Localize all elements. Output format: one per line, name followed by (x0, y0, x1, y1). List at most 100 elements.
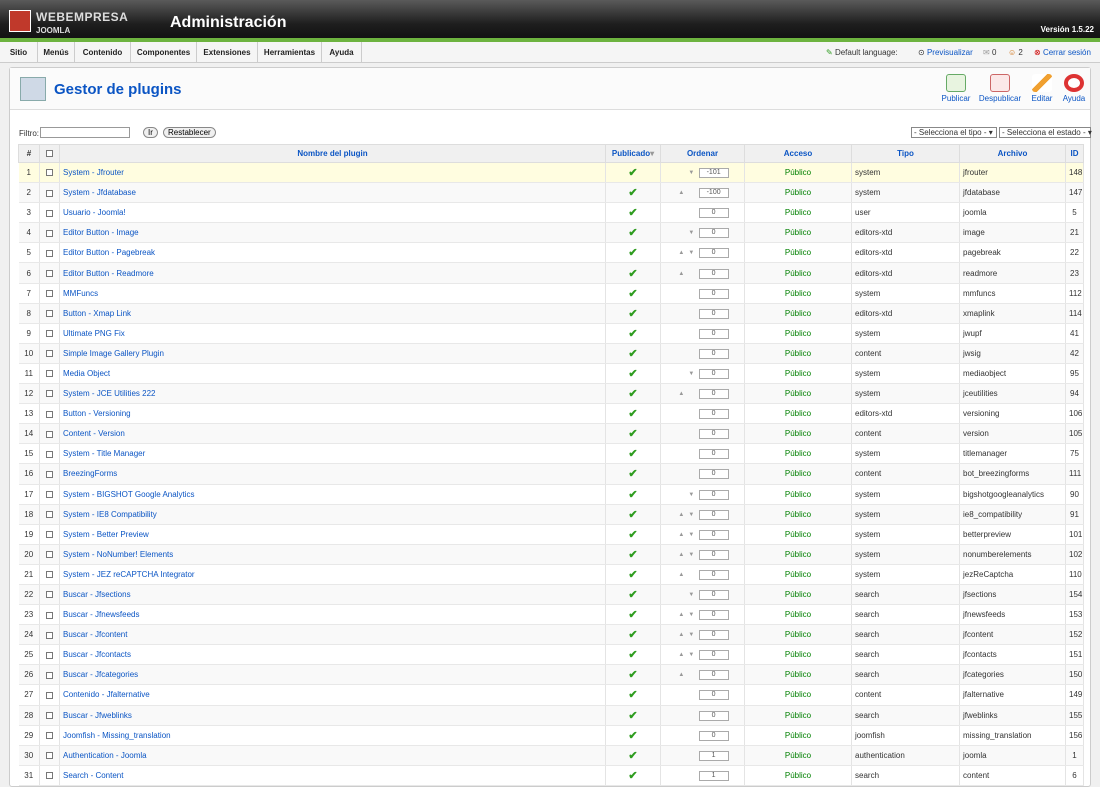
plugin-name-link[interactable]: System - Jfdatabase (59, 182, 606, 204)
order-input[interactable]: 0 (698, 409, 729, 420)
access-link[interactable]: Público (744, 544, 852, 565)
move-down-icon[interactable]: ▼ (686, 371, 696, 377)
plugin-name-link[interactable]: System - BIGSHOT Google Analytics (59, 484, 606, 505)
move-down-icon[interactable]: ▼ (686, 230, 696, 236)
plugin-name-link[interactable]: Buscar - Jfsections (59, 584, 606, 606)
published-check-icon[interactable]: ✔ (628, 227, 637, 239)
access-link[interactable]: Público (744, 463, 852, 485)
col-order[interactable]: Ordenar (660, 144, 745, 163)
access-link[interactable]: Público (744, 644, 852, 666)
published-check-icon[interactable]: ✔ (628, 348, 637, 360)
plugin-name-link[interactable]: System - IE8 Compatibility (59, 504, 606, 525)
published-check-icon[interactable]: ✔ (628, 730, 637, 742)
plugin-name-link[interactable]: MMFuncs (59, 283, 606, 304)
access-link[interactable]: Público (744, 524, 852, 545)
row-checkbox[interactable] (46, 671, 53, 679)
plugin-name-link[interactable]: Buscar - Jfcategories (59, 664, 606, 686)
move-up-icon[interactable]: ▲ (676, 552, 686, 558)
order-input[interactable]: 0 (698, 248, 729, 259)
order-input[interactable]: 0 (698, 529, 729, 540)
row-checkbox[interactable] (46, 310, 53, 318)
access-link[interactable]: Público (744, 564, 852, 585)
row-checkbox[interactable] (46, 651, 53, 659)
published-check-icon[interactable]: ✔ (628, 569, 637, 581)
move-down-icon[interactable]: ▼ (686, 612, 696, 618)
access-link[interactable]: Público (744, 624, 852, 646)
row-checkbox[interactable] (46, 209, 53, 217)
row-checkbox[interactable] (46, 591, 53, 599)
plugin-name-link[interactable]: Joomfish - Missing_translation (59, 725, 606, 746)
access-link[interactable]: Público (744, 202, 852, 224)
move-up-icon[interactable]: ▲ (676, 190, 686, 196)
row-checkbox[interactable] (46, 370, 53, 378)
plugin-name-link[interactable]: Simple Image Gallery Plugin (59, 343, 606, 364)
select-all-checkbox[interactable] (46, 150, 53, 158)
order-input[interactable]: 0 (698, 469, 729, 480)
access-link[interactable]: Público (744, 705, 852, 726)
order-input[interactable]: 0 (698, 670, 729, 681)
row-checkbox[interactable] (46, 752, 53, 760)
published-check-icon[interactable]: ✔ (628, 207, 637, 219)
order-input[interactable]: 0 (698, 630, 729, 641)
order-input[interactable]: 0 (698, 569, 729, 580)
order-input[interactable]: 0 (698, 489, 729, 500)
plugin-name-link[interactable]: System - JEZ reCAPTCHA Integrator (59, 564, 606, 585)
published-check-icon[interactable]: ✔ (628, 408, 637, 420)
published-check-icon[interactable]: ✔ (628, 328, 637, 340)
move-up-icon[interactable]: ▲ (676, 632, 686, 638)
published-check-icon[interactable]: ✔ (628, 609, 637, 621)
row-checkbox[interactable] (46, 511, 53, 519)
menu-menus[interactable]: Menús (38, 42, 75, 63)
published-check-icon[interactable]: ✔ (628, 689, 637, 701)
order-input[interactable]: 0 (698, 650, 729, 661)
users-count[interactable]: ☺ 2 (1008, 42, 1028, 63)
order-input[interactable]: 0 (698, 348, 729, 359)
row-checkbox[interactable] (46, 290, 53, 297)
plugin-name-link[interactable]: BreezingForms (59, 463, 606, 485)
published-check-icon[interactable]: ✔ (628, 167, 637, 179)
move-down-icon[interactable]: ▼ (686, 250, 696, 256)
plugin-name-link[interactable]: Content - Version (59, 423, 606, 445)
plugin-name-link[interactable]: Buscar - Jfweblinks (59, 705, 606, 726)
plugin-name-link[interactable]: Search - Content (59, 765, 606, 786)
move-up-icon[interactable]: ▲ (676, 532, 686, 538)
row-checkbox[interactable] (46, 350, 53, 358)
unpublish-button[interactable]: Despublicar (974, 74, 1026, 108)
row-checkbox[interactable] (46, 691, 53, 699)
plugin-name-link[interactable]: Authentication - Joomla (59, 745, 606, 766)
access-link[interactable]: Público (744, 242, 852, 264)
access-link[interactable]: Público (744, 303, 852, 324)
order-input[interactable]: 0 (698, 730, 729, 741)
move-up-icon[interactable]: ▲ (676, 512, 686, 518)
order-input[interactable]: 0 (698, 509, 729, 520)
logout-link[interactable]: ⊗ Cerrar sesión (1034, 42, 1094, 63)
move-up-icon[interactable]: ▲ (676, 612, 686, 618)
plugin-name-link[interactable]: Usuario - Joomla! (59, 202, 606, 224)
order-input[interactable]: 0 (698, 389, 729, 400)
row-checkbox[interactable] (46, 450, 53, 458)
move-up-icon[interactable]: ▲ (676, 572, 686, 578)
order-input[interactable]: -101 (698, 168, 729, 179)
move-down-icon[interactable]: ▼ (686, 170, 696, 176)
plugin-name-link[interactable]: System - Jfrouter (59, 162, 606, 184)
menu-ayuda[interactable]: Ayuda (322, 42, 362, 63)
filter-input[interactable] (40, 127, 130, 138)
menu-herramientas[interactable]: Herramientas (258, 42, 322, 63)
plugin-name-link[interactable]: Button - Xmap Link (59, 303, 606, 324)
order-input[interactable]: 0 (698, 710, 729, 721)
order-input[interactable]: 0 (698, 429, 729, 440)
move-down-icon[interactable]: ▼ (686, 632, 696, 638)
row-checkbox[interactable] (46, 229, 53, 237)
order-input[interactable]: 1 (698, 770, 729, 781)
plugin-name-link[interactable]: Buscar - Jfcontent (59, 624, 606, 646)
plugin-name-link[interactable]: Editor Button - Image (59, 222, 606, 244)
published-check-icon[interactable]: ✔ (628, 710, 637, 722)
messages-count[interactable]: ✉ 0 (983, 42, 1003, 63)
published-check-icon[interactable]: ✔ (628, 509, 637, 521)
published-check-icon[interactable]: ✔ (628, 589, 637, 601)
col-plugin-name[interactable]: Nombre del plugin (59, 144, 606, 163)
order-input[interactable]: 1 (698, 750, 729, 761)
order-input[interactable]: 0 (698, 228, 729, 239)
plugin-name-link[interactable]: System - Better Preview (59, 524, 606, 545)
published-check-icon[interactable]: ✔ (628, 770, 637, 782)
